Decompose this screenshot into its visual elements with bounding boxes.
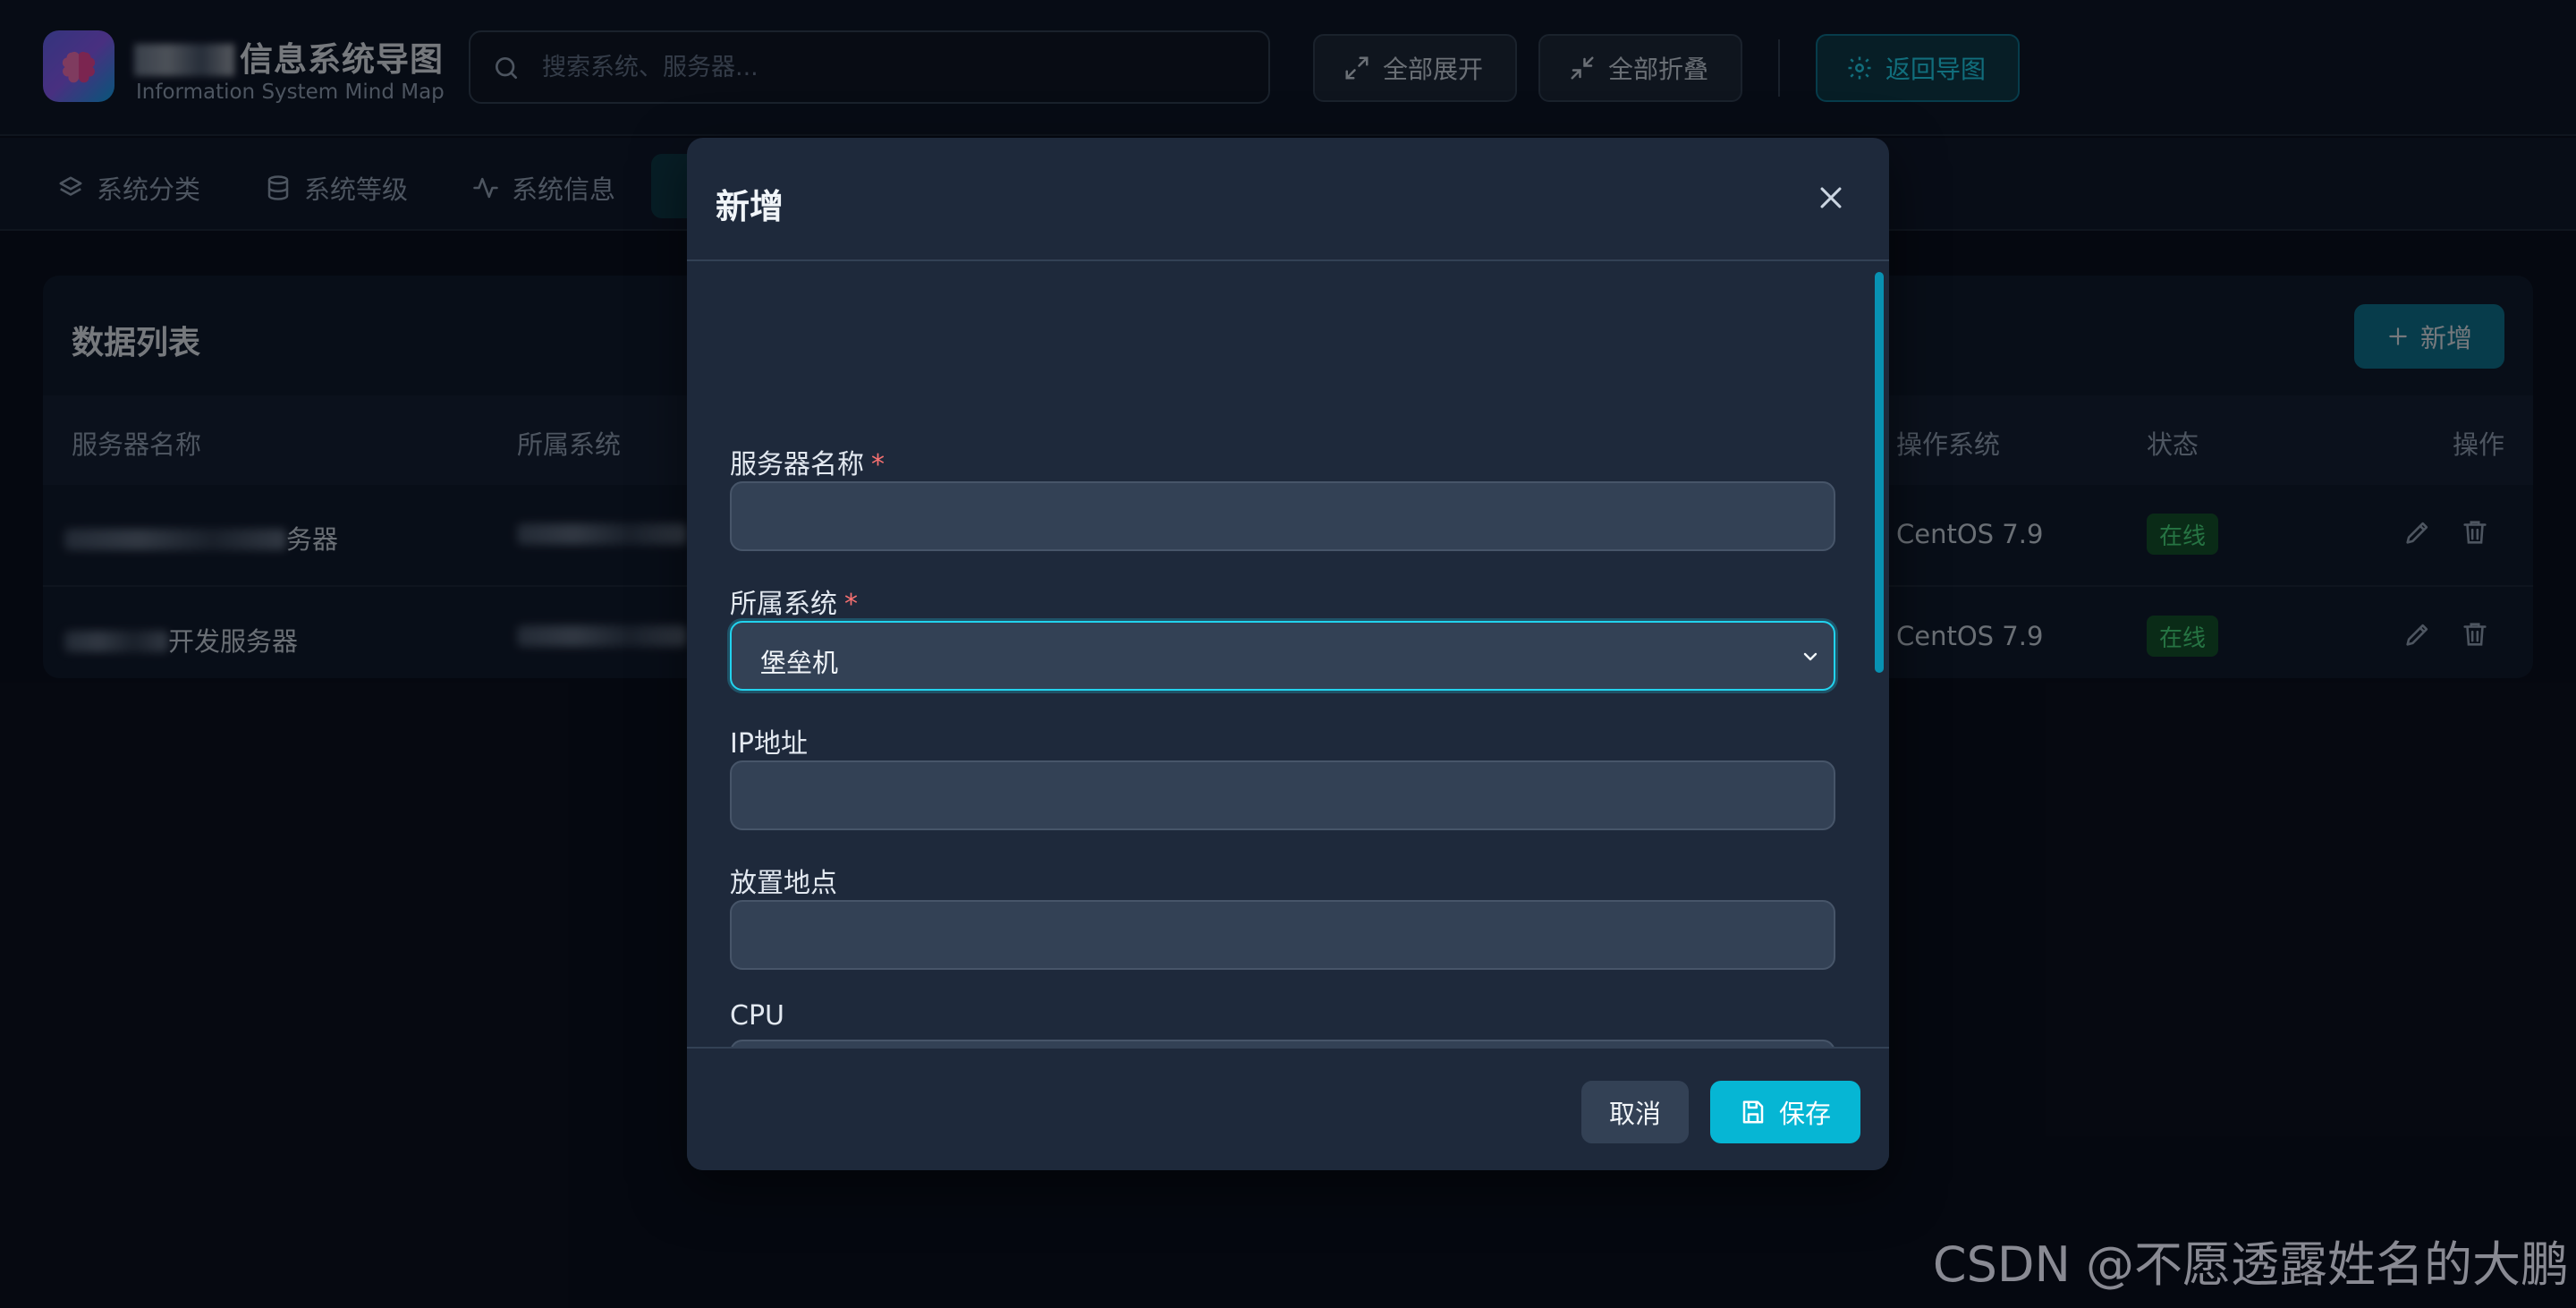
csdn-watermark: CSDN @不愿透露姓名的大鹏 — [1932, 1236, 2569, 1293]
cpu-label: CPU — [730, 1000, 784, 1032]
dialog-title: 新增 — [716, 187, 784, 226]
system-select-value: 堡垒机 — [760, 648, 839, 678]
system-select[interactable]: 堡垒机 — [730, 621, 1835, 691]
add-server-dialog: 新增 服务器名称* 所属系统* 堡垒机 IP地址 放置地点 CPU 内存 取消 — [687, 138, 1889, 1170]
required-mark: * — [844, 589, 858, 620]
dialog-header: 新增 — [687, 138, 1889, 261]
location-field[interactable] — [730, 900, 1835, 970]
dialog-scrollbar-thumb[interactable] — [1875, 272, 1884, 673]
close-icon[interactable] — [1816, 183, 1846, 213]
save-icon — [1740, 1099, 1767, 1125]
save-button-label: 保存 — [1778, 1099, 1831, 1129]
system-label: 所属系统 * — [730, 582, 858, 621]
label-text: 服务器名称 — [730, 449, 864, 480]
location-label: 放置地点 — [730, 868, 837, 899]
ip-field[interactable] — [730, 760, 1835, 830]
dialog-footer: 取消 保存 — [687, 1047, 1889, 1170]
ip-label: IP地址 — [730, 728, 808, 760]
chevron-down-icon — [1800, 646, 1821, 667]
cancel-button[interactable]: 取消 — [1581, 1081, 1689, 1143]
server-name-field[interactable] — [730, 481, 1835, 551]
required-mark: * — [871, 449, 885, 480]
save-button[interactable]: 保存 — [1710, 1081, 1860, 1143]
label-text: 所属系统 — [730, 589, 837, 620]
dialog-body: 服务器名称* 所属系统* 堡垒机 IP地址 放置地点 CPU 内存 — [687, 263, 1889, 1170]
server-name-label: 服务器名称 * — [730, 442, 885, 481]
